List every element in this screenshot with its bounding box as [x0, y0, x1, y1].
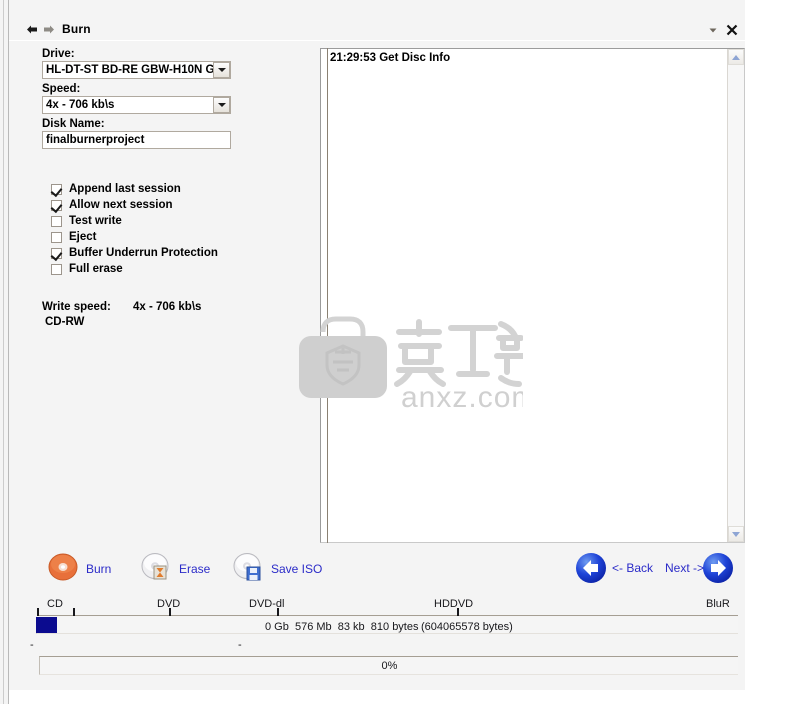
burn-button-label: Burn — [86, 562, 112, 576]
media-type-value: CD-RW — [45, 316, 85, 328]
disk-name-input[interactable]: finalburnerproject — [42, 131, 231, 149]
drive-select-value: HL-DT-ST BD-RE GBW-H10N G — [46, 64, 213, 76]
app-window-screen: Burn Drive: HL-DT-ST BD-RE GBW-H10N G Sp… — [0, 0, 794, 704]
ruler-label-hddvd: HDDVD — [434, 598, 474, 610]
page-title: Burn — [62, 22, 91, 36]
chevron-down-icon[interactable] — [706, 23, 720, 37]
option-append-last-session[interactable]: Append last session — [51, 181, 181, 197]
ruler-tick-start — [37, 608, 39, 616]
option-eject[interactable]: Eject — [51, 229, 97, 245]
back-button-label[interactable]: <- Back — [612, 561, 653, 575]
checkbox-icon[interactable] — [51, 263, 62, 275]
option-allow-next-session[interactable]: Allow next session — [51, 197, 173, 213]
capacity-size-text: 0 Gb 576 Mb 83 kb 810 bytes — [265, 621, 419, 633]
burn-window: Burn Drive: HL-DT-ST BD-RE GBW-H10N G Sp… — [9, 0, 745, 690]
option-label: Append last session — [69, 183, 181, 195]
log-output-panel — [320, 48, 745, 543]
window-left-rail — [0, 0, 9, 704]
scroll-up-button[interactable] — [728, 49, 744, 65]
erase-button[interactable]: Erase — [141, 552, 210, 586]
checkbox-icon[interactable] — [51, 247, 62, 259]
drive-select-arrow[interactable] — [213, 62, 230, 78]
save-iso-disc-icon — [233, 552, 263, 587]
progress-bar: 0% — [39, 656, 738, 675]
erase-disc-icon — [141, 552, 171, 587]
log-scrollbar[interactable] — [727, 49, 744, 542]
chevron-down-icon — [732, 531, 740, 537]
capacity-ruler-line — [37, 615, 738, 616]
arrow-right-icon[interactable] — [43, 24, 54, 35]
speed-label: Speed: — [42, 83, 81, 95]
option-label: Test write — [69, 215, 122, 227]
save-iso-button[interactable]: Save ISO — [233, 552, 322, 586]
back-button[interactable] — [575, 552, 607, 584]
checkbox-icon[interactable] — [51, 215, 62, 227]
capacity-bar-fill — [36, 617, 58, 633]
speed-select-arrow[interactable] — [213, 97, 230, 113]
erase-button-label: Erase — [179, 562, 211, 576]
ruler-label-dvd-dl: DVD-dl — [249, 598, 285, 610]
option-label: Eject — [69, 231, 97, 243]
chevron-up-icon — [732, 54, 740, 60]
write-speed-value: 4x - 706 kb\s — [133, 301, 202, 313]
disk-name-value: finalburnerproject — [46, 134, 145, 146]
close-icon[interactable] — [725, 23, 739, 37]
next-button-label[interactable]: Next -> — [665, 561, 704, 575]
speed-select[interactable]: 4x - 706 kb\s — [42, 96, 231, 114]
disk-name-label: Disk Name: — [42, 118, 105, 130]
drive-select[interactable]: HL-DT-ST BD-RE GBW-H10N G — [42, 61, 231, 79]
ruler-label-dvd: DVD — [157, 598, 181, 610]
status-left-text: - — [30, 639, 34, 651]
ruler-label-cd: CD — [47, 598, 63, 610]
title-bar-separator — [9, 40, 745, 41]
option-buffer-underrun-protection[interactable]: Buffer Underrun Protection — [51, 245, 218, 261]
option-label: Buffer Underrun Protection — [69, 247, 218, 259]
status-mid-text: - — [238, 639, 242, 651]
option-label: Allow next session — [69, 199, 173, 211]
arrow-left-icon[interactable] — [27, 24, 38, 35]
speed-select-value: 4x - 706 kb\s — [46, 99, 115, 111]
checkbox-icon[interactable] — [51, 231, 62, 243]
drive-label: Drive: — [42, 48, 75, 60]
ruler-label-blur: BluR — [706, 598, 730, 610]
ruler-tick-cd — [73, 608, 75, 616]
capacity-bytes-text: (604065578 bytes) — [421, 621, 513, 633]
next-button[interactable] — [702, 552, 734, 584]
log-panel-divider — [327, 48, 328, 543]
burn-disc-icon — [48, 552, 78, 587]
checkbox-icon[interactable] — [51, 183, 62, 195]
save-iso-button-label: Save ISO — [271, 562, 323, 576]
write-speed-label: Write speed: — [42, 301, 111, 313]
option-label: Full erase — [69, 263, 123, 275]
option-test-write[interactable]: Test write — [51, 213, 122, 229]
scroll-down-button[interactable] — [728, 526, 744, 542]
progress-bar-label: 0% — [381, 660, 398, 672]
chevron-down-icon — [217, 68, 226, 72]
option-full-erase[interactable]: Full erase — [51, 261, 123, 277]
title-bar — [9, 0, 745, 22]
burn-button[interactable]: Burn — [48, 552, 111, 586]
checkbox-icon[interactable] — [51, 199, 62, 211]
chevron-down-icon — [217, 103, 226, 107]
log-line: 21:29:53 Get Disc Info — [330, 52, 451, 64]
